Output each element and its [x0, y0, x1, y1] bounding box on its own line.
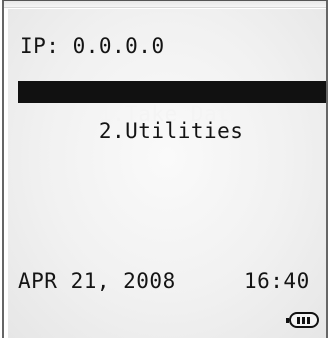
battery-icon	[286, 312, 319, 328]
menu-item-utilities[interactable]: 2.Utilities	[18, 98, 326, 142]
date-display: APR 21, 2008	[18, 269, 176, 293]
time-display: 16:40	[244, 269, 310, 293]
ip-label: IP:	[20, 34, 60, 58]
menu-item-label: 2.Utilities	[98, 119, 244, 143]
ip-address: 0.0.0.0	[72, 34, 165, 58]
battery-level-bar	[302, 317, 305, 324]
battery-level-bar	[297, 317, 300, 324]
battery-terminal	[286, 318, 289, 323]
ip-status: IP: 0.0.0.0	[20, 35, 165, 57]
device-frame: IP: 0.0.0.0 1.Take Data 2.Utilities APR …	[2, 0, 328, 338]
device-bezel	[4, 1, 326, 8]
lcd-screen: IP: 0.0.0.0 1.Take Data 2.Utilities APR …	[8, 9, 326, 338]
battery-level-bar	[307, 317, 310, 324]
